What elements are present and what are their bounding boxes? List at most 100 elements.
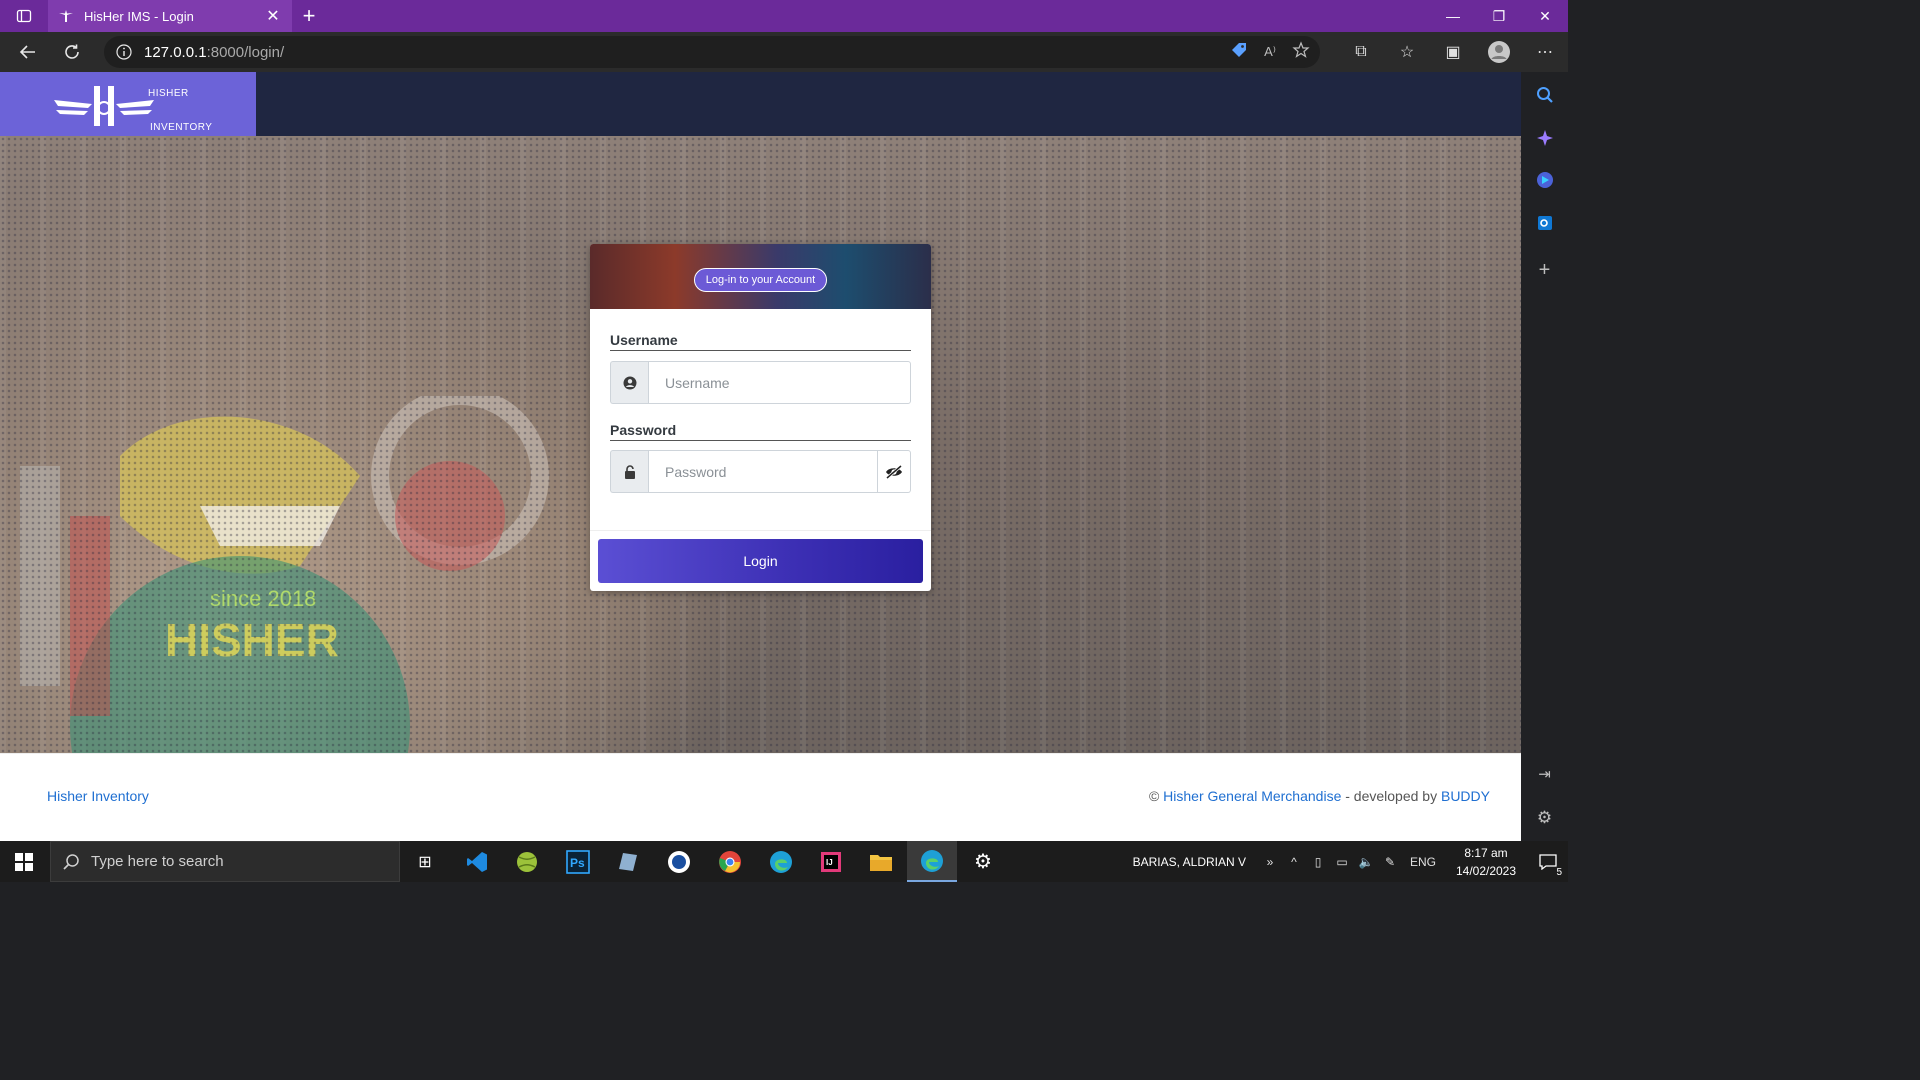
- tray-overflow-icon[interactable]: »: [1258, 855, 1282, 869]
- url-host: 127.0.0.1: [144, 43, 207, 61]
- card-divider: [590, 530, 931, 531]
- browser-toolbar: 127.0.0.1:8000/login/ A⁾ ⧉ ☆ ▣ ⋯: [0, 32, 1568, 72]
- login-card-banner: Log-in to your Account: [590, 244, 931, 309]
- brand-wings-icon: [54, 86, 154, 126]
- reload-button[interactable]: [50, 32, 94, 72]
- sidebar-settings-icon[interactable]: ⚙: [1521, 798, 1568, 838]
- show-hidden-icons-icon[interactable]: ^: [1282, 855, 1306, 869]
- notification-icon: [1539, 853, 1557, 870]
- brand-logo: HISHER INVENTORY: [54, 78, 212, 133]
- login-button[interactable]: Login: [598, 539, 923, 583]
- tray-username[interactable]: BARIAS, ALDRIAN V: [1133, 855, 1246, 869]
- svg-text:IJ: IJ: [826, 858, 833, 867]
- app-header: HISHER INVENTORY: [0, 72, 1521, 136]
- photoshop-app-icon[interactable]: Ps: [553, 841, 603, 882]
- intellij-app-icon[interactable]: IJ: [806, 841, 856, 882]
- edge-app-icon[interactable]: [756, 841, 806, 882]
- url-path: :8000/login/: [206, 43, 285, 61]
- notes-app-icon[interactable]: [603, 841, 653, 882]
- tab-title: HisHer IMS - Login: [84, 8, 194, 24]
- close-window-button[interactable]: ✕: [1522, 0, 1568, 32]
- footer-brand-link[interactable]: Hisher Inventory: [47, 788, 149, 804]
- vscode-app-icon[interactable]: [452, 841, 502, 882]
- file-explorer-app-icon[interactable]: [856, 841, 906, 882]
- system-tray: BARIAS, ALDRIAN V » ^ ▯ ▭ 🔈 ✎ ENG 8:17 a…: [1133, 841, 1568, 882]
- edge-active-app-icon[interactable]: [907, 841, 957, 882]
- copyright-symbol: ©: [1148, 788, 1160, 804]
- restore-button[interactable]: ❐: [1476, 0, 1522, 32]
- network-icon[interactable]: ▭: [1330, 855, 1354, 869]
- brand-bottom-text: INVENTORY: [150, 122, 213, 133]
- windows-taskbar: Type here to search ⊞ Ps IJ ⚙ BARIAS, AL…: [0, 841, 1568, 882]
- toggle-password-visibility-icon[interactable]: [878, 450, 911, 493]
- window-controls: — ❐ ✕: [1430, 0, 1568, 32]
- favorites-icon[interactable]: ☆: [1384, 32, 1430, 72]
- edge-sidebar: + ⇥ ⚙: [1521, 72, 1568, 841]
- search-icon: [51, 853, 91, 871]
- start-button[interactable]: [0, 841, 48, 882]
- task-view-icon[interactable]: ⊞: [400, 841, 450, 882]
- clock-date: 14/02/2023: [1455, 863, 1517, 878]
- extensions-icon[interactable]: ⧉: [1338, 32, 1384, 72]
- svg-text:Ps: Ps: [570, 856, 585, 870]
- settings-app-icon[interactable]: ⚙: [958, 841, 1008, 882]
- new-tab-button[interactable]: +: [292, 0, 326, 32]
- taskbar-search-box[interactable]: Type here to search: [50, 841, 400, 882]
- page-footer: Hisher Inventory © Hisher General Mercha…: [0, 753, 1521, 841]
- taskbar-search-placeholder: Type here to search: [91, 853, 224, 870]
- developer-link[interactable]: BUDDY: [1441, 788, 1490, 804]
- back-button[interactable]: [6, 32, 50, 72]
- collections-icon[interactable]: ▣: [1430, 32, 1476, 72]
- read-aloud-icon[interactable]: A⁾: [1264, 44, 1276, 60]
- sidebar-copilot-icon[interactable]: [1521, 118, 1568, 158]
- svg-text:since 2018: since 2018: [210, 586, 316, 611]
- sidebar-add-icon[interactable]: +: [1521, 250, 1568, 290]
- browser-titlebar: HisHer IMS - Login ✕ + — ❐ ✕: [0, 0, 1568, 32]
- username-input-group: [610, 361, 911, 404]
- sidebar-outlook-icon[interactable]: [1521, 203, 1568, 243]
- login-banner-title: Log-in to your Account: [694, 268, 827, 292]
- lock-icon: [610, 450, 648, 493]
- user-circle-icon: [610, 361, 648, 404]
- sidebar-hide-icon[interactable]: ⇥: [1521, 754, 1568, 794]
- footer-credits: © Hisher General Merchandise - developed…: [1149, 788, 1490, 804]
- add-favorite-icon[interactable]: [1292, 40, 1310, 64]
- company-link[interactable]: Hisher General Merchandise: [1163, 788, 1341, 804]
- username-input[interactable]: [648, 361, 911, 404]
- battery-icon[interactable]: ▯: [1306, 855, 1330, 869]
- password-label: Password: [610, 422, 911, 441]
- windows-logo-icon: [15, 852, 33, 871]
- username-label: Username: [610, 332, 911, 351]
- browser-tab[interactable]: HisHer IMS - Login ✕: [48, 0, 292, 32]
- site-info-icon[interactable]: [104, 44, 144, 60]
- chrome-app-icon[interactable]: [705, 841, 755, 882]
- sidebar-search-icon[interactable]: [1521, 75, 1568, 115]
- tennis-app-icon[interactable]: [502, 841, 552, 882]
- url-text[interactable]: 127.0.0.1:8000/login/: [144, 44, 284, 61]
- notification-center-button[interactable]: 5: [1528, 841, 1568, 882]
- settings-more-icon[interactable]: ⋯: [1522, 32, 1568, 72]
- clock-time: 8:17 am: [1464, 845, 1508, 860]
- volume-icon[interactable]: 🔈: [1354, 855, 1378, 869]
- hisher-mascot-artwork: since 2018 HISHER: [20, 396, 549, 756]
- pen-icon[interactable]: ✎: [1378, 855, 1402, 869]
- language-indicator[interactable]: ENG: [1402, 855, 1444, 869]
- w-app-icon[interactable]: [654, 841, 704, 882]
- password-input-group: [610, 450, 911, 493]
- notification-count-badge: 5: [1556, 867, 1562, 878]
- brand-top-text: HISHER: [148, 88, 189, 99]
- developed-by-text: - developed by: [1341, 788, 1441, 804]
- toolbar-right: ⧉ ☆ ▣ ⋯: [1338, 32, 1568, 72]
- password-input[interactable]: [648, 450, 878, 493]
- sidebar-bing-icon[interactable]: [1521, 160, 1568, 200]
- coupon-tag-icon[interactable]: [1230, 41, 1248, 64]
- svg-text:HISHER: HISHER: [165, 614, 339, 666]
- tab-close-icon[interactable]: ✕: [264, 6, 282, 26]
- minimize-button[interactable]: —: [1430, 0, 1476, 32]
- taskbar-clock[interactable]: 8:17 am 14/02/2023: [1444, 844, 1528, 880]
- address-bar[interactable]: 127.0.0.1:8000/login/ A⁾: [104, 36, 1320, 68]
- brand-logo-area[interactable]: HISHER INVENTORY: [0, 72, 256, 136]
- omnibox-actions: A⁾: [1230, 36, 1310, 68]
- tab-actions-icon[interactable]: [0, 0, 48, 32]
- profile-avatar[interactable]: [1476, 32, 1522, 72]
